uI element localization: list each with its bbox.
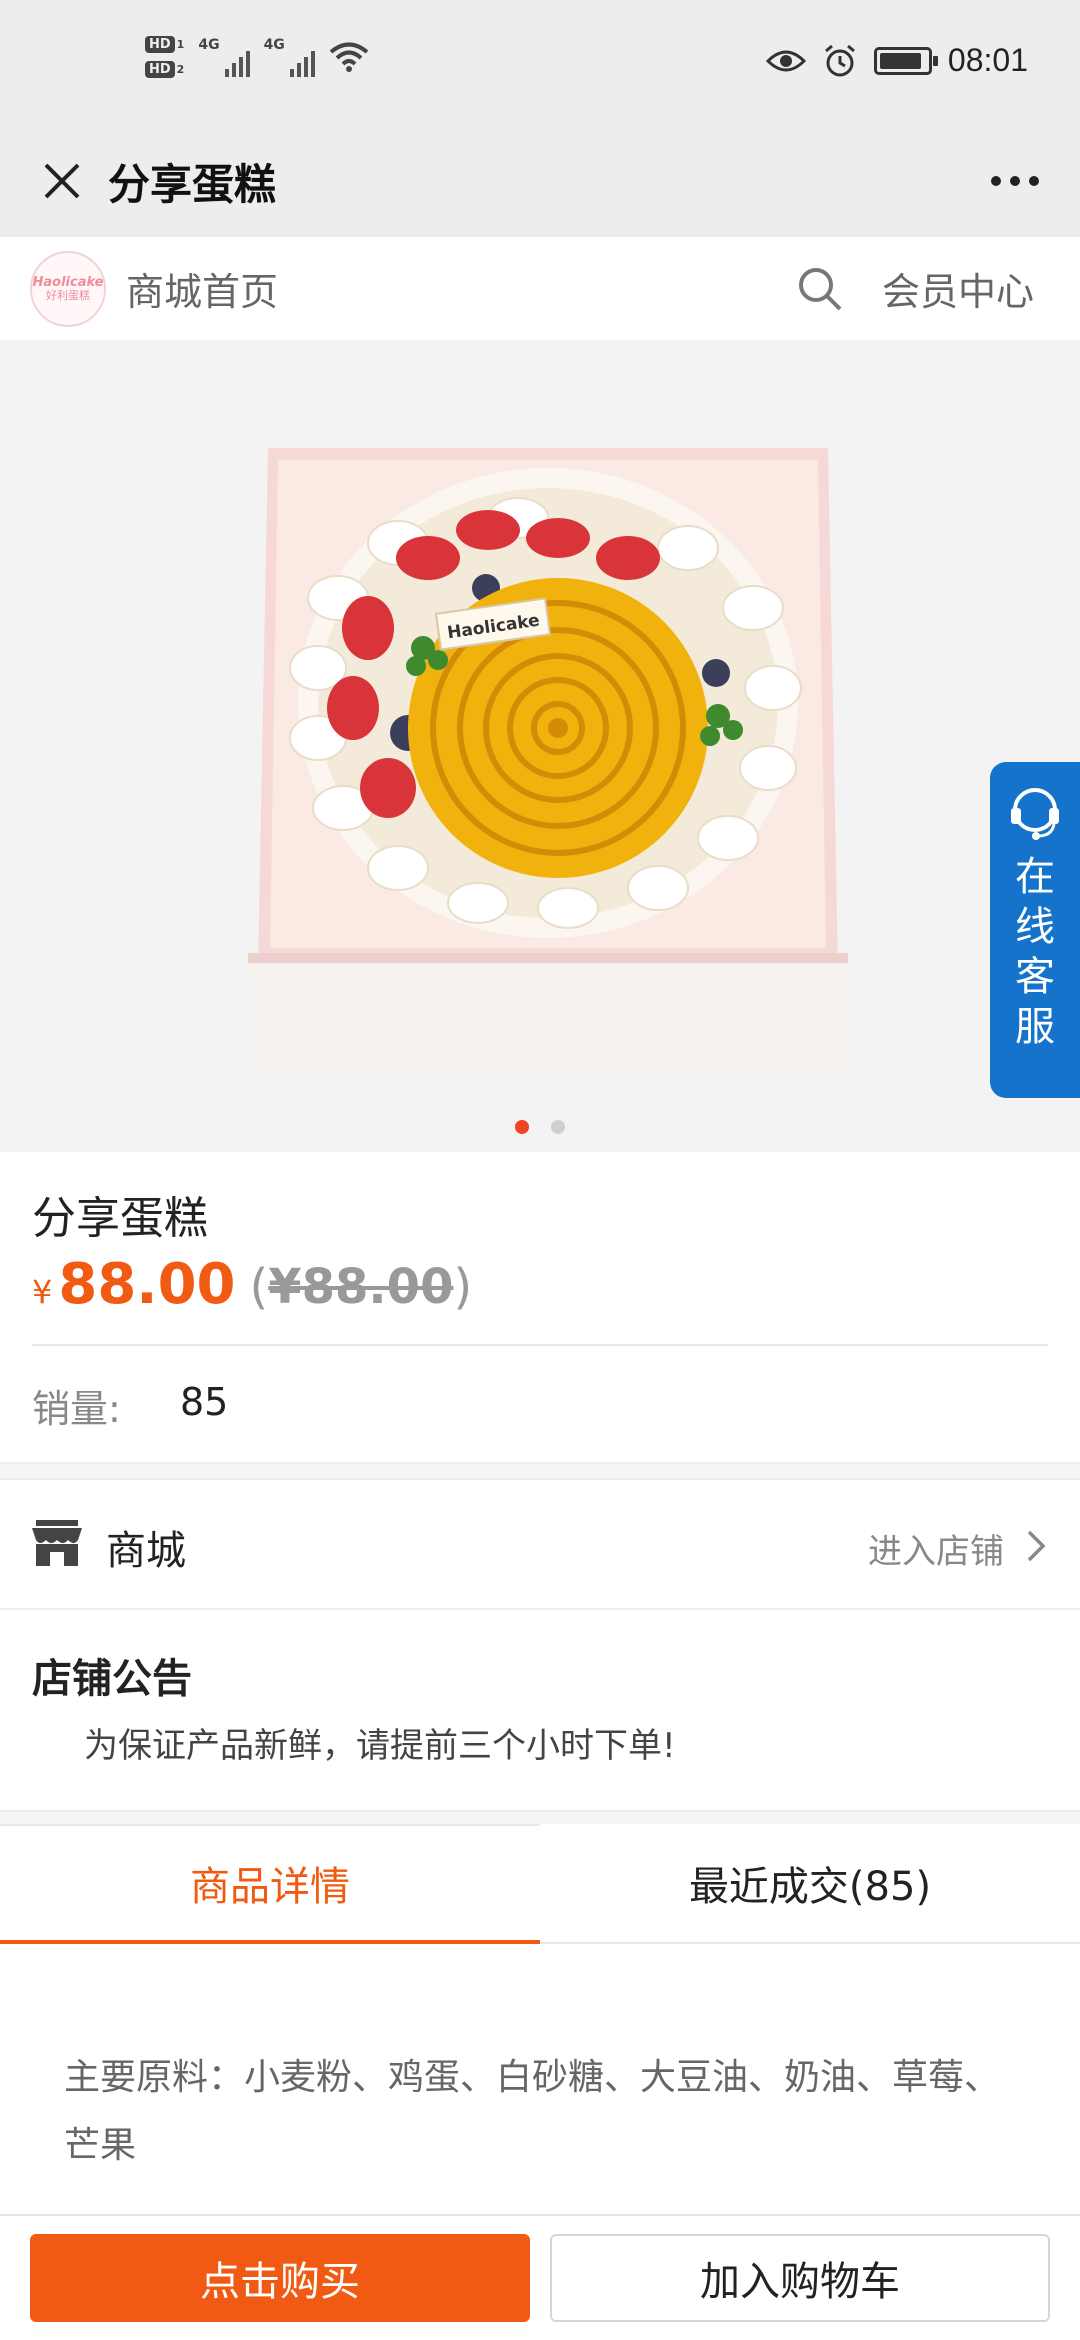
store-name: 商城 xyxy=(106,1528,186,1574)
more-dot-icon xyxy=(1010,176,1020,186)
sales-label: 销量: xyxy=(32,1387,121,1431)
hd2-sub: 2 xyxy=(176,63,185,76)
mall-home-link[interactable]: 商城首页 xyxy=(126,261,278,316)
status-left: HD 1 HD 2 4G 4G xyxy=(145,36,369,78)
search-button[interactable] xyxy=(790,259,850,319)
hd1-label: HD xyxy=(145,36,175,53)
shop-header: Haolicake 好利蛋糕 商城首页 会员中心 xyxy=(0,237,1080,340)
notice-text: 为保证产品新鲜，请提前三个小时下单! xyxy=(84,1726,676,1766)
gallery-dot-1[interactable] xyxy=(515,1120,529,1134)
original-price-group: (¥88.00) xyxy=(250,1259,473,1315)
shop-logo[interactable]: Haolicake 好利蛋糕 xyxy=(30,251,106,327)
member-center-link[interactable]: 会员中心 xyxy=(882,261,1034,316)
headset-icon xyxy=(1011,788,1059,840)
store-icon xyxy=(32,1520,82,1566)
battery-level xyxy=(879,52,922,69)
logo-text: Haolicake xyxy=(32,275,104,290)
buy-now-button[interactable]: 点击购买 xyxy=(30,2234,530,2322)
page: HD 1 HD 2 4G 4G 08:01 分享蛋糕 Haolicake 好利蛋… xyxy=(0,0,1080,2340)
hd2-indicator: HD 2 xyxy=(145,61,184,78)
signal-2-icon: 4G xyxy=(264,37,315,77)
signal-1-icon: 4G xyxy=(198,37,250,77)
price-row: ¥ 88.00 (¥88.00) xyxy=(32,1252,472,1317)
original-price-close: ) xyxy=(453,1259,473,1315)
chevron-right-icon xyxy=(1027,1530,1046,1562)
original-price: ¥88.00 xyxy=(268,1259,454,1315)
wifi-icon xyxy=(329,42,369,72)
online-service-label: 在线客服 xyxy=(1015,854,1055,1050)
section-gap xyxy=(0,1462,1080,1480)
sales-value: 85 xyxy=(180,1380,229,1424)
action-bar: 点击购买 加入购物车 xyxy=(0,2214,1080,2340)
product-details: 主要原料：小麦粉、鸡蛋、白砂糖、大豆油、奶油、草莓、芒果 xyxy=(0,1944,1080,2214)
online-service-tab[interactable]: 在线客服 xyxy=(990,762,1080,1098)
logo-subtext: 好利蛋糕 xyxy=(46,289,90,302)
hd2-label: HD xyxy=(145,61,175,78)
eye-icon xyxy=(765,50,806,71)
currency-symbol: ¥ xyxy=(32,1273,53,1311)
notice-title: 店铺公告 xyxy=(32,1656,192,1702)
gallery-dot-2[interactable] xyxy=(551,1120,565,1134)
add-to-cart-button[interactable]: 加入购物车 xyxy=(550,2234,1050,2322)
status-bar: HD 1 HD 2 4G 4G 08:01 xyxy=(0,0,1080,125)
enter-store-link[interactable]: 进入店铺 xyxy=(868,1524,1004,1573)
status-right: 08:01 xyxy=(765,42,1028,79)
product-name: 分享蛋糕 xyxy=(32,1193,208,1244)
search-icon xyxy=(799,268,842,311)
more-options-button[interactable] xyxy=(970,145,1060,217)
tab-recent-deals[interactable]: 最近成交(85) xyxy=(540,1824,1080,1942)
product-info: 分享蛋糕 ¥ 88.00 (¥88.00) 销量: 85 xyxy=(0,1152,1080,1462)
detail-tabs: 商品详情 最近成交(85) xyxy=(0,1824,1080,1944)
more-dot-icon xyxy=(1029,176,1039,186)
store-notice: 店铺公告 为保证产品新鲜，请提前三个小时下单! xyxy=(0,1610,1080,1810)
battery-icon xyxy=(873,46,938,75)
tab-product-details[interactable]: 商品详情 xyxy=(0,1824,540,1944)
original-price-open: ( xyxy=(249,1259,269,1315)
store-row[interactable]: 商城 进入店铺 xyxy=(0,1480,1080,1610)
network-type-2: 4G xyxy=(263,37,285,53)
divider xyxy=(32,1344,1048,1346)
title-bar: 分享蛋糕 xyxy=(0,125,1080,237)
network-type-1: 4G xyxy=(198,37,220,53)
page-title: 分享蛋糕 xyxy=(108,160,277,209)
product-gallery[interactable]: Haolicake xyxy=(0,340,1080,1152)
section-gap xyxy=(0,1810,1080,1824)
close-icon xyxy=(44,163,80,199)
clock: 08:01 xyxy=(947,42,1028,78)
alarm-icon xyxy=(824,44,855,76)
hd-indicators: HD 1 HD 2 xyxy=(145,36,184,78)
product-price: 88.00 xyxy=(58,1252,236,1317)
product-image: Haolicake xyxy=(248,448,848,1080)
more-dot-icon xyxy=(991,176,1001,186)
gallery-pagination xyxy=(0,1120,1080,1134)
ingredients-text: 主要原料：小麦粉、鸡蛋、白砂糖、大豆油、奶油、草莓、芒果 xyxy=(64,2057,1001,2166)
hd1-indicator: HD 1 xyxy=(145,36,184,53)
hd1-sub: 1 xyxy=(176,38,185,51)
close-button[interactable] xyxy=(28,147,96,215)
